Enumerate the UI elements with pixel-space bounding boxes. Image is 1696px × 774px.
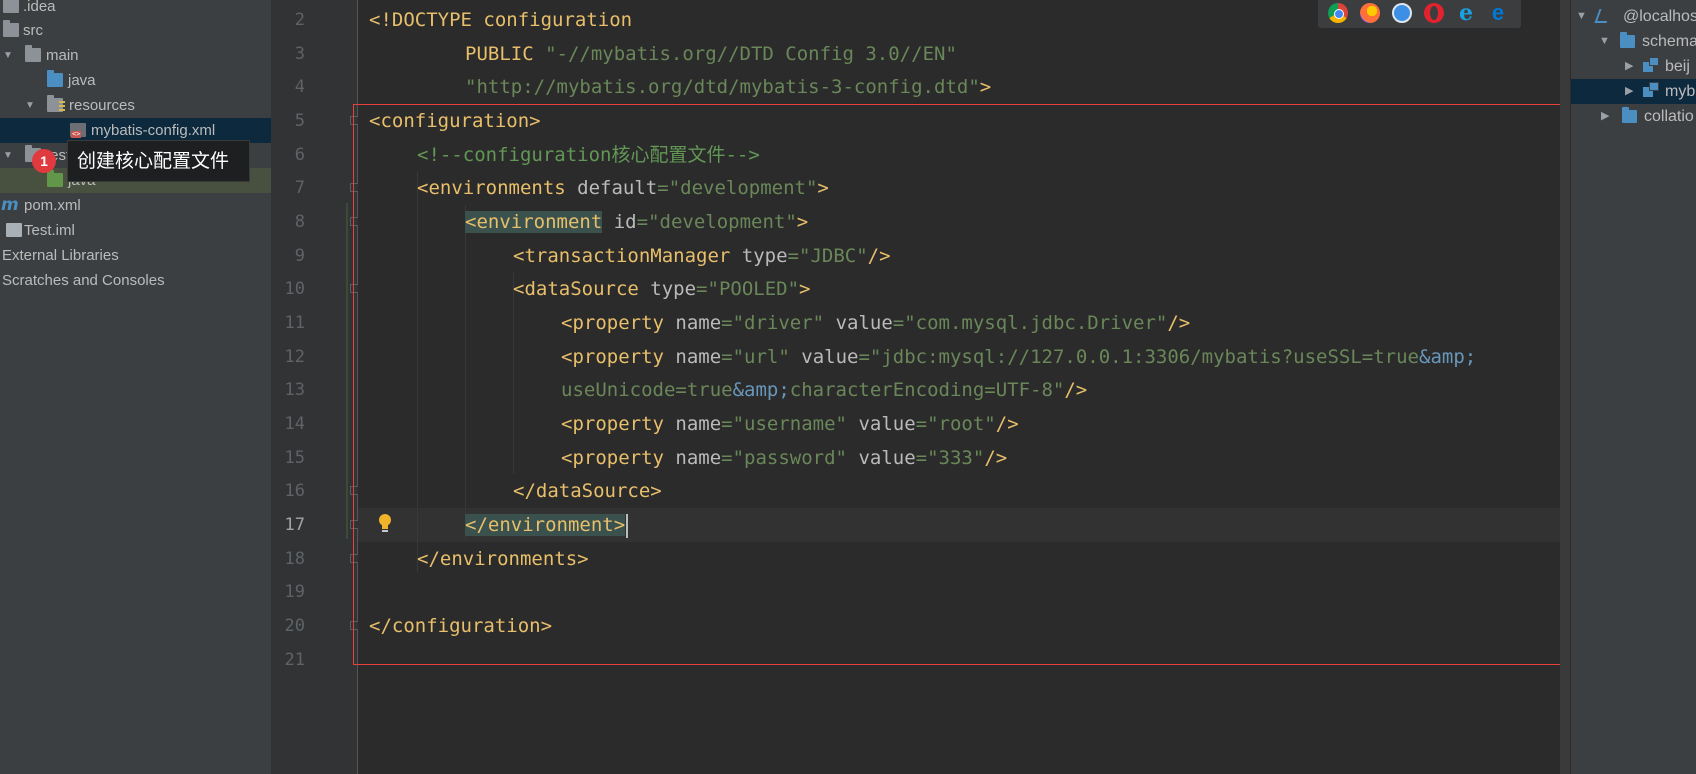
line-number: 9	[294, 246, 305, 266]
code-line-16: </dataSource>	[513, 480, 662, 502]
connection-icon	[1594, 9, 1612, 23]
tree-item-test-iml[interactable]: Test.iml	[0, 218, 271, 243]
indent-guide	[465, 205, 466, 540]
chevron-right-icon[interactable]: ▶	[1625, 54, 1637, 79]
project-tree-panel: .idea src ▼ main java ▼ resources mybati…	[0, 0, 271, 774]
code-line-5: <configuration>	[369, 110, 541, 132]
iml-file-icon	[6, 223, 22, 237]
code-line-17: </environment>	[465, 508, 629, 542]
code-line-10: <dataSource type="POOLED">	[513, 278, 811, 300]
code-line-8: <environment id="development">	[465, 211, 809, 233]
line-number: 19	[284, 582, 305, 602]
line-number: 6	[294, 145, 305, 165]
code-line-6: <!--configuration核心配置文件-->	[417, 144, 760, 166]
chevron-right-icon[interactable]: ▶	[1625, 79, 1637, 104]
code-line-3: PUBLIC "-//mybatis.org//DTD Config 3.0//…	[465, 43, 957, 65]
code-line-13: useUnicode=true&amp;characterEncoding=UT…	[561, 379, 1088, 401]
db-item-beijing[interactable]: ▶ beij	[1571, 54, 1696, 79]
line-number: 14	[284, 414, 305, 434]
db-item-schemas[interactable]: ▼ schema	[1571, 29, 1696, 54]
line-number-current: 17	[284, 515, 305, 535]
annotation-tooltip: 创建核心配置文件	[67, 140, 250, 182]
tree-item-main[interactable]: ▼ main	[0, 43, 271, 68]
firefox-icon[interactable]	[1360, 3, 1380, 23]
code-line-9: <transactionManager type="JDBC"/>	[513, 245, 891, 267]
tree-item-pom[interactable]: m pom.xml	[0, 193, 271, 218]
browser-preview-toolbar: e e	[1318, 0, 1521, 28]
opera-icon[interactable]	[1424, 3, 1444, 23]
chevron-down-icon[interactable]: ▼	[1576, 4, 1588, 29]
lightbulb-icon[interactable]	[377, 513, 393, 535]
code-line-15: <property name="password" value="333"/>	[561, 447, 1008, 469]
step-badge: 1	[32, 149, 56, 173]
safari-icon[interactable]	[1392, 3, 1412, 23]
resources-folder-icon	[47, 95, 65, 112]
code-line-11: <property name="driver" value="com.mysql…	[561, 312, 1191, 334]
vcs-change-marker	[346, 203, 348, 539]
tree-item-scratches[interactable]: Scratches and Consoles	[0, 268, 271, 293]
chrome-icon[interactable]	[1328, 3, 1348, 23]
line-number: 16	[284, 481, 305, 501]
source-folder-icon	[47, 70, 63, 87]
line-number: 2	[294, 10, 305, 30]
text-caret	[626, 513, 629, 538]
chevron-right-icon[interactable]: ▶	[1601, 104, 1613, 129]
code-line-2: <!DOCTYPE configuration	[369, 9, 633, 31]
db-item-collations[interactable]: ▶ collatio	[1571, 104, 1696, 129]
schema-icon	[1643, 82, 1659, 97]
db-item-mybatis[interactable]: ▶ myb	[1571, 79, 1696, 104]
chevron-down-icon[interactable]: ▼	[1599, 29, 1611, 54]
db-item-localhost[interactable]: ▼ @localhos	[1571, 4, 1696, 29]
line-number: 12	[284, 347, 305, 367]
line-number: 15	[284, 448, 305, 468]
folder-icon	[3, 20, 19, 37]
code-line-18: </environments>	[417, 548, 589, 570]
tree-item-external-libraries[interactable]: External Libraries	[0, 243, 271, 268]
ie-icon[interactable]: e	[1456, 2, 1476, 24]
folder-icon	[1620, 32, 1635, 48]
line-number: 20	[284, 616, 305, 636]
line-number: 21	[284, 650, 305, 670]
folder-icon	[3, 0, 19, 13]
code-line-4: "http://mybatis.org/dtd/mybatis-3-config…	[465, 76, 992, 98]
line-number: 8	[294, 212, 305, 232]
line-number: 4	[294, 77, 305, 97]
line-number: 18	[284, 549, 305, 569]
code-line-20: </configuration>	[369, 615, 553, 637]
chevron-down-icon[interactable]: ▼	[2, 143, 14, 168]
line-number: 11	[284, 313, 305, 333]
line-number: 3	[294, 44, 305, 64]
database-panel: ▼ @localhos ▼ schema ▶ beij ▶ myb ▶ coll…	[1570, 0, 1696, 774]
schema-icon	[1643, 57, 1659, 72]
line-number: 7	[294, 178, 305, 198]
code-line-12: <property name="url" value="jdbc:mysql:/…	[561, 346, 1477, 368]
code-line-7: <environments default="development">	[417, 177, 829, 199]
line-number: 10	[284, 279, 305, 299]
chevron-down-icon[interactable]: ▼	[2, 43, 14, 68]
tree-item-java[interactable]: java	[0, 68, 271, 93]
folder-icon	[25, 45, 41, 62]
line-number-gutter[interactable]: 2 3 4 5 6 7 8 9 10 11 12 13 14 15 16 17 …	[271, 0, 359, 774]
folder-icon	[1622, 107, 1637, 123]
line-number: 5	[294, 111, 305, 131]
tree-item-src[interactable]: src	[0, 18, 271, 43]
tree-item-resources[interactable]: ▼ resources	[0, 93, 271, 118]
xml-file-icon	[70, 123, 86, 138]
edge-icon[interactable]: e	[1488, 2, 1508, 24]
code-line-14: <property name="username" value="root"/>	[561, 413, 1019, 435]
line-number: 13	[284, 380, 305, 400]
scrollbar-thumb[interactable]	[1560, 0, 1570, 774]
maven-icon: m	[1, 195, 19, 215]
chevron-down-icon[interactable]: ▼	[24, 93, 36, 118]
tree-item-idea[interactable]: .idea	[0, 0, 271, 19]
test-folder-icon	[47, 170, 63, 187]
indent-guide	[417, 172, 418, 572]
